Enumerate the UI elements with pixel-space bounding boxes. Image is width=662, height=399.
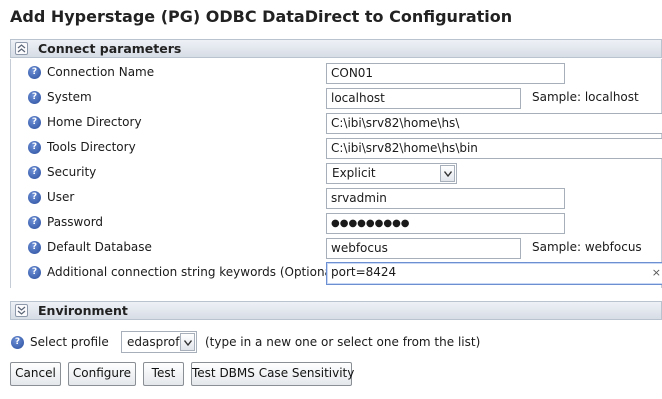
environment-header[interactable]: Environment [10,301,662,320]
environment-label: Environment [38,303,128,318]
home-directory-row: ? Home Directory C:\ibi\srv82\home\hs\ [11,113,662,136]
chevron-down-icon[interactable] [180,333,195,351]
password-input[interactable]: ●●●●●●●●● [326,213,565,234]
security-row: ? Security Explicit [11,163,661,186]
connection-keywords-value: port=8424 [331,265,397,279]
home-directory-label: Home Directory [47,115,142,129]
default-database-label: Default Database [47,240,152,254]
chevron-down-icon[interactable] [440,165,455,182]
connection-name-row: ? Connection Name CON01 [11,63,661,86]
security-label: Security [47,165,97,179]
connect-parameters-panel: ? Connection Name CON01 ? System localho… [10,59,662,288]
help-icon[interactable]: ? [28,166,41,179]
cancel-button[interactable]: Cancel [10,362,61,386]
default-database-input[interactable]: webfocus [326,238,521,259]
connection-keywords-row: ? Additional connection string keywords … [11,262,662,286]
help-icon[interactable]: ? [28,266,41,279]
profile-value: edasprof [127,335,180,349]
help-icon[interactable]: ? [11,336,24,349]
connection-name-input[interactable]: CON01 [326,63,565,84]
clear-icon[interactable]: × [652,265,661,280]
configure-button[interactable]: Configure [68,362,136,386]
password-row: ? Password ●●●●●●●●● [11,213,661,236]
default-database-sample: Sample: webfocus [532,240,642,254]
tools-directory-input[interactable]: C:\ibi\srv82\home\hs\bin [326,138,662,159]
security-select[interactable]: Explicit [326,163,457,184]
system-input[interactable]: localhost [326,88,521,109]
help-icon[interactable]: ? [28,216,41,229]
profile-label: Select profile [30,335,109,349]
help-icon[interactable]: ? [28,66,41,79]
default-database-row: ? Default Database webfocus Sample: webf… [11,238,661,261]
profile-select[interactable]: edasprof [121,331,197,353]
connection-keywords-label: Additional connection string keywords (O… [47,265,340,279]
profile-row: ? Select profile edasprof (type in a new… [0,331,662,355]
tools-directory-row: ? Tools Directory C:\ibi\srv82\home\hs\b… [11,138,662,161]
page-title: Add Hyperstage (PG) ODBC DataDirect to C… [10,7,513,26]
system-sample: Sample: localhost [532,90,639,104]
connection-name-label: Connection Name [47,65,155,79]
connect-parameters-label: Connect parameters [38,41,182,56]
connect-parameters-header[interactable]: Connect parameters [10,39,662,58]
test-dbms-case-sensitivity-button[interactable]: Test DBMS Case Sensitivity [191,362,354,386]
help-icon[interactable]: ? [28,116,41,129]
password-label: Password [47,215,104,229]
help-icon[interactable]: ? [28,241,41,254]
user-input[interactable]: srvadmin [326,188,565,209]
system-row: ? System localhost Sample: localhost [11,88,661,111]
user-label: User [47,190,75,204]
test-button[interactable]: Test [143,362,184,386]
help-icon[interactable]: ? [28,191,41,204]
home-directory-input[interactable]: C:\ibi\srv82\home\hs\ [326,113,662,134]
collapse-icon[interactable] [15,42,28,55]
help-icon[interactable]: ? [28,91,41,104]
help-icon[interactable]: ? [28,141,41,154]
system-label: System [47,90,92,104]
tools-directory-label: Tools Directory [47,140,136,154]
expand-icon[interactable] [15,304,28,317]
security-value: Explicit [332,166,376,180]
profile-hint: (type in a new one or select one from th… [205,335,481,349]
user-row: ? User srvadmin [11,188,661,211]
connection-keywords-input[interactable]: port=8424 × [326,262,662,285]
